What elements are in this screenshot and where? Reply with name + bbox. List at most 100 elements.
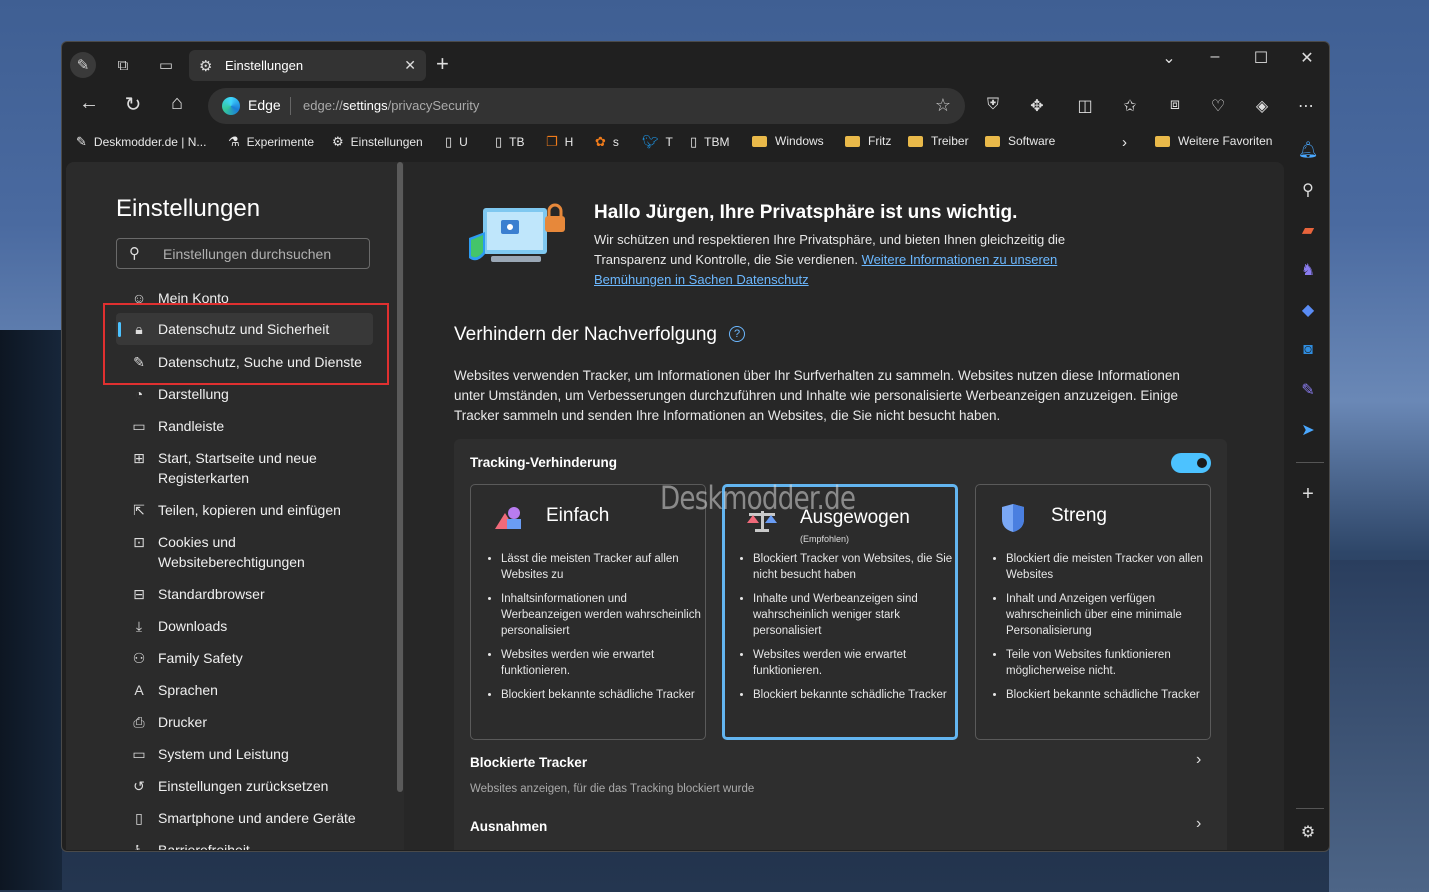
tab-settings[interactable]: ⚙ Einstellungen ✕ [189,50,426,81]
sidebar-item-languages[interactable]: A Sprachen [116,680,373,700]
bookmark-item[interactable]: ✿ s [595,134,619,150]
accessibility-icon: ♿︎ [132,842,146,850]
maximize-button[interactable]: ☐ [1246,48,1276,68]
refresh-button[interactable]: ↻ [119,92,147,117]
notification-bell-icon[interactable]: 🔔︎ [1296,138,1320,162]
chevron-right-icon[interactable]: › [1196,815,1201,833]
laptop-icon: ▭ [132,746,146,762]
blocked-trackers-title[interactable]: Blockierte Tracker [470,755,587,770]
settings-gear-icon[interactable]: ⚙ [1296,820,1320,844]
sidebar-item-system[interactable]: ▭ System und Leistung [116,744,373,764]
favorite-star-icon[interactable]: ☆ [935,95,951,116]
tracking-prevention-card: Tracking-Verhinderung Einfach Lässt die … [454,439,1227,850]
tracking-prevention-toggle[interactable] [1171,453,1211,473]
bookmark-label: Fritz [868,134,892,148]
share-icon: ⇱ [133,502,145,518]
browser-essentials-icon[interactable]: ◈ [1249,96,1275,116]
sidebar-item-downloads[interactable]: ⤓ Downloads [116,616,373,636]
workspaces-icon[interactable]: ⧉ [110,52,136,78]
tools-icon[interactable]: ▰ [1296,218,1320,242]
bookmark-folder[interactable]: Fritz [845,134,891,148]
sidebar-item-accessibility[interactable]: ♿︎ Barrierefreiheit [116,840,373,850]
minimize-button[interactable]: – [1200,48,1230,66]
help-icon[interactable]: ? [729,326,746,342]
search-icon[interactable]: ⚲ [1296,178,1320,202]
profile-icon[interactable]: ✎ [70,52,96,78]
sidebar-item-phone[interactable]: ▯ Smartphone und andere Geräte [116,808,373,828]
sidebar-item-label: Drucker [158,714,208,730]
sidebar-item-printers[interactable]: ⎙ Drucker [116,712,373,732]
search-icon: ⚲ [129,245,140,262]
extensions-icon[interactable]: ✥ [1024,96,1050,116]
back-button[interactable]: ← [75,92,103,115]
tab-list-chevron-icon[interactable]: ⌄ [1154,48,1184,68]
sidebar-item-sidebar[interactable]: ▭ Randleiste [116,416,373,436]
split-screen-icon[interactable]: ◫ [1072,96,1098,116]
bookmark-item[interactable]: ▯ TB [495,134,525,150]
bookmark-item[interactable]: ⚗ Experimente [228,134,314,150]
bullet: Websites werden wie erwartet funktionier… [753,647,953,679]
tab-title: Einstellungen [225,58,304,73]
bookmark-item[interactable]: ▯ U [445,134,468,150]
send-icon[interactable]: ➤ [1296,418,1320,442]
bookmark-folder[interactable]: Treiber [908,134,969,148]
hero-text: Wir schützen und respektieren Ihre Priva… [594,230,1124,290]
sidebar-item-cookies[interactable]: ⊡ Cookies und Websiteberechtigungen [116,532,373,572]
gear-icon: ⚙ [332,134,344,149]
option-bullets: Lässt die meisten Tracker auf allen Webs… [485,551,701,711]
sidebar-item-default-browser[interactable]: ⊟ Standardbrowser [116,584,373,604]
printer-icon: ⎙ [133,714,145,730]
url-host: settings [342,98,388,113]
bookmark-folder[interactable]: Windows [752,134,824,148]
copilot-icon[interactable]: ◆ [1296,298,1320,322]
sidebar-item-reset[interactable]: ↺ Einstellungen zurücksetzen [116,776,373,796]
option-ausgewogen[interactable]: Ausgewogen (Empfohlen) Blockiert Tracker… [722,484,958,740]
address-bar[interactable]: Edge edge://settings/privacySecurity ☆ [208,88,965,124]
exceptions-title[interactable]: Ausnahmen [470,819,547,834]
bookmark-item[interactable]: ⚙ Einstellungen [332,134,423,150]
ublock-icon[interactable]: ⛨ [980,96,1006,114]
collections-icon[interactable]: ⧈ [1162,96,1188,114]
add-icon[interactable]: + [1296,482,1320,506]
tab-actions-icon[interactable]: ▭ [153,52,179,78]
sidebar-item-appearance[interactable]: ◔ Darstellung [116,384,373,404]
section-title-text: Verhindern der Nachverfolgung [454,324,718,345]
close-tab-icon[interactable]: ✕ [404,57,416,74]
bookmark-label: Weitere Favoriten [1178,134,1273,148]
hero-title: Hallo Jürgen, Ihre Privatsphäre ist uns … [594,202,1018,223]
bookmark-folder[interactable]: Weitere Favoriten [1155,134,1272,148]
new-tab-button[interactable]: + [436,53,449,75]
bookmark-item[interactable]: ✎ Deskmodder.de | N... [76,134,206,150]
search-input[interactable] [161,245,365,263]
sidebar-item-start-home[interactable]: ⊞ Start, Startseite und neue Registerkart… [116,448,373,488]
close-window-button[interactable]: ✕ [1292,48,1322,68]
chevron-right-icon[interactable]: › [1196,751,1201,769]
bookmark-item[interactable]: 🐦︎ T [642,134,673,150]
drop-icon[interactable]: ✎ [1296,378,1320,402]
option-streng[interactable]: Streng Blockiert die meisten Tracker von… [975,484,1211,740]
more-bookmarks-chevron-icon[interactable]: › [1122,134,1127,151]
url-text[interactable]: edge://settings/privacySecurity [303,98,479,113]
tracking-prevention-title: Tracking-Verhinderung [470,455,618,470]
sidebar-scrollbar[interactable] [397,162,403,792]
games-icon[interactable]: ♞ [1296,258,1320,282]
option-einfach[interactable]: Einfach Lässt die meisten Tracker auf al… [470,484,706,740]
language-icon: A [134,682,144,698]
sidebar-item-share-copy[interactable]: ⇱ Teilen, kopieren und einfügen [116,500,373,520]
performance-icon[interactable]: ♡ [1205,96,1231,116]
outlook-icon[interactable]: ◙ [1296,338,1320,362]
sidebar-item-label: Sprachen [158,682,218,698]
bookmark-folder[interactable]: Software [985,134,1055,148]
home-button[interactable]: ⌂ [163,92,191,115]
bullet: Inhalt und Anzeigen verfügen wahrscheinl… [1006,591,1206,639]
more-menu-icon[interactable]: ⋯ [1293,96,1319,116]
settings-search[interactable]: ⚲ [116,238,370,269]
folder-icon [908,135,923,147]
bookmark-item[interactable]: ▯ TBM [690,134,730,150]
url-path: /privacySecurity [387,98,480,113]
favorites-icon[interactable]: ✩ [1117,96,1143,116]
bookmark-item[interactable]: ❐ H [546,134,573,150]
bookmark-label: Deskmodder.de | N... [93,135,207,149]
sidebar-item-family-safety[interactable]: ⚇ Family Safety [116,648,373,668]
omnibox-brand: Edge [248,97,281,113]
